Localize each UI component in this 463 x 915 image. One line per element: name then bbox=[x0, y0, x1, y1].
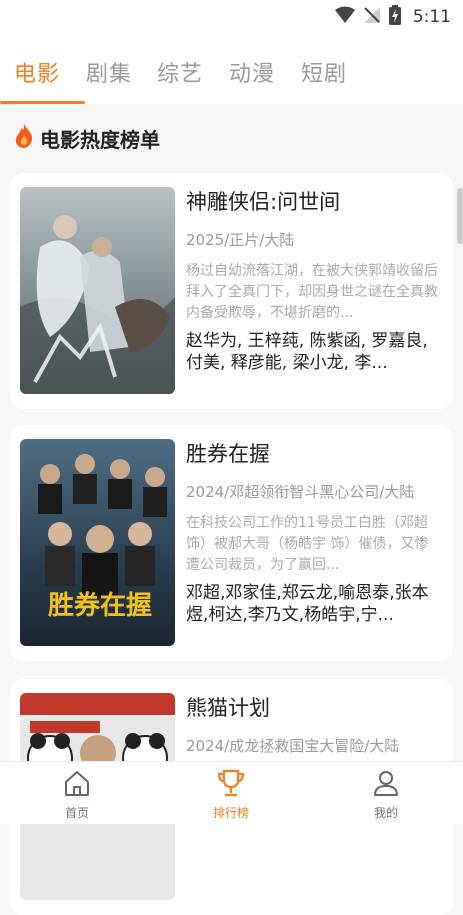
wifi-icon bbox=[334, 6, 355, 28]
tab-series[interactable]: 剧集 bbox=[86, 56, 132, 88]
scrollbar-thumb[interactable] bbox=[457, 188, 463, 244]
movie-info: 胜券在握 2024/邓超领衔智斗黑心公司/大陆 在科技公司工作的11号员工白胜（… bbox=[186, 439, 442, 626]
movie-card[interactable]: 神雕侠侣:问世间 2025/正片/大陆 杨过自幼流落江湖，在被大侠郭靖收留后拜入… bbox=[10, 173, 453, 409]
svg-text:胜券在握: 胜券在握 bbox=[48, 591, 152, 621]
movie-info: 神雕侠侣:问世间 2025/正片/大陆 杨过自幼流落江湖，在被大侠郭靖收留后拜入… bbox=[186, 187, 442, 374]
movie-title: 熊猫计划 bbox=[186, 696, 270, 720]
tab-anime[interactable]: 动漫 bbox=[229, 56, 275, 88]
movie-meta: 2024/邓超领衔智斗黑心公司/大陆 bbox=[186, 483, 415, 501]
movie-meta: 2025/正片/大陆 bbox=[186, 231, 295, 249]
status-time: 5:11 bbox=[412, 7, 451, 27]
movie-poster[interactable]: 胜券在握 bbox=[20, 439, 175, 646]
nav-home[interactable]: 首页 bbox=[37, 768, 117, 822]
no-signal-icon bbox=[363, 6, 381, 28]
movie-title: 神雕侠侣:问世间 bbox=[186, 190, 341, 214]
home-icon bbox=[62, 768, 92, 802]
movie-card[interactable]: 胜券在握 胜券在握 2024/邓超领衔智斗黑心公司/大陆 在科技公司工作的11号… bbox=[10, 425, 453, 661]
battery-charging-icon bbox=[388, 5, 401, 29]
profile-icon bbox=[371, 768, 401, 802]
status-icons: 5:11 bbox=[334, 5, 451, 29]
movie-info: 熊猫计划 2024/成龙拯救国宝大冒险/大陆 bbox=[186, 693, 442, 757]
status-bar: 5:11 bbox=[0, 0, 463, 34]
tab-movies[interactable]: 电影 bbox=[14, 56, 60, 88]
movie-cast: 赵华为, 王梓莼, 陈紫函, 罗嘉良, 付美, 释彦能, 梁小龙, 李... bbox=[186, 331, 428, 373]
movie-poster[interactable] bbox=[20, 187, 175, 394]
fire-icon bbox=[14, 123, 34, 153]
movie-cast: 邓超,邓家佳,郑云龙,喻恩泰,张本煜,柯达,李乃文,杨皓宇,宁... bbox=[186, 583, 429, 625]
category-tab-bar: 电影 剧集 综艺 动漫 短剧 bbox=[0, 34, 463, 104]
section-heading: 电影热度榜单 bbox=[14, 122, 160, 154]
trophy-icon bbox=[216, 768, 246, 802]
nav-rankings[interactable]: 排行榜 bbox=[191, 768, 271, 822]
movie-description: 杨过自幼流落江湖，在被大侠郭靖收留后拜入了全真门下，却因身世之谜在全真教内备受欺… bbox=[186, 263, 438, 321]
section-title: 电影热度榜单 bbox=[40, 127, 160, 152]
nav-rankings-label: 排行榜 bbox=[212, 806, 249, 820]
nav-profile-label: 我的 bbox=[373, 806, 398, 820]
movie-title: 胜券在握 bbox=[186, 442, 270, 466]
tab-variety[interactable]: 综艺 bbox=[157, 56, 203, 88]
movie-description: 在科技公司工作的11号员工白胜（邓超 饰）被郝大哥（杨皓宇 饰）催债，又惨遭公司… bbox=[186, 515, 429, 573]
bottom-navigation: 首页 排行榜 我的 bbox=[0, 761, 463, 824]
nav-home-label: 首页 bbox=[64, 806, 89, 820]
nav-profile[interactable]: 我的 bbox=[346, 768, 426, 822]
active-tab-indicator bbox=[0, 101, 85, 104]
movie-meta: 2024/成龙拯救国宝大冒险/大陆 bbox=[186, 737, 400, 755]
tab-short-drama[interactable]: 短剧 bbox=[301, 56, 347, 88]
